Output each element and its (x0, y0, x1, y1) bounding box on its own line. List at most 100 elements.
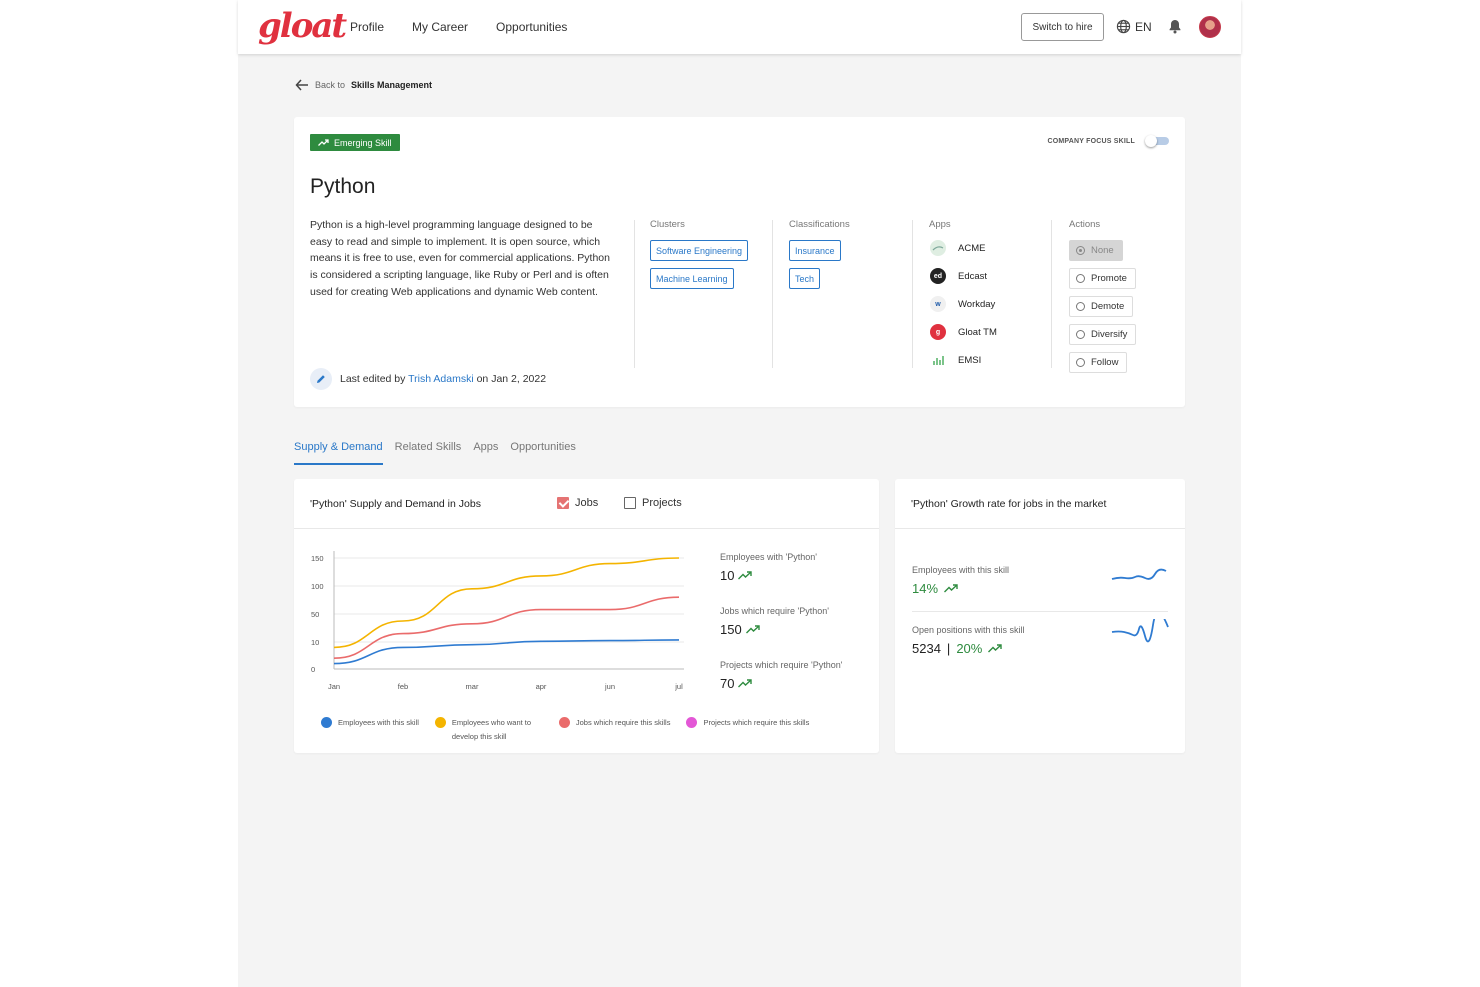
pencil-icon (317, 375, 325, 383)
classification-chip-insurance[interactable]: Insurance (789, 240, 841, 261)
legend-item: Projects which require this skills (686, 716, 809, 744)
y-tick-label: 100 (311, 582, 324, 591)
jobs-checkbox[interactable]: Jobs (557, 497, 598, 509)
back-prefix: Back to (315, 80, 346, 90)
tab-apps[interactable]: Apps (473, 441, 498, 465)
card-header: 'Python' Growth rate for jobs in the mar… (895, 479, 1185, 529)
divider (912, 220, 913, 368)
nav-my-career[interactable]: My Career (412, 20, 468, 34)
company-focus-skill: COMPANY FOCUS SKILL (1047, 135, 1169, 147)
growth-value: 14% (912, 581, 939, 596)
app-item-gloat-tm[interactable]: g Gloat TM (930, 324, 997, 340)
globe-icon (1116, 19, 1131, 34)
action-follow-radio[interactable]: Follow (1069, 352, 1128, 373)
radio-icon (1076, 358, 1085, 367)
open-positions-growth: 20% (956, 641, 983, 656)
tab-related-skills[interactable]: Related Skills (395, 441, 462, 465)
series-line-1 (333, 557, 680, 649)
cluster-chip-software-engineering[interactable]: Software Engineering (650, 240, 749, 261)
edcast-icon: ed (930, 268, 946, 284)
action-promote-radio[interactable]: Promote (1069, 268, 1136, 289)
trending-up-icon (988, 644, 1003, 653)
emsi-icon (930, 352, 946, 368)
growth-rate-card: 'Python' Growth rate for jobs in the mar… (895, 479, 1185, 753)
main-nav: Profile My Career Opportunities (350, 20, 567, 34)
x-tick-label: apr (536, 682, 547, 691)
app-item-acme[interactable]: ACME (930, 240, 985, 256)
action-label: Follow (1091, 357, 1119, 368)
editor-link[interactable]: Trish Adamski (408, 373, 474, 385)
app-item-edcast[interactable]: ed Edcast (930, 268, 987, 284)
stat-label: Employees with 'Python' (720, 552, 817, 562)
arrow-left-icon (295, 79, 308, 91)
app-name: EMSI (958, 354, 982, 366)
divider (912, 611, 1168, 612)
app-item-emsi[interactable]: EMSI (930, 352, 981, 368)
action-label: Demote (1091, 301, 1125, 312)
divider (772, 220, 773, 368)
supply-demand-line-chart: 0 10 50 100 150 Jan feb mar apr jun jul (311, 551, 684, 691)
workday-icon: w (930, 296, 946, 312)
stat-value: 10 (720, 568, 735, 583)
y-tick-label: 50 (311, 610, 319, 619)
divider (1051, 220, 1052, 368)
app-name: Workday (958, 298, 996, 310)
projects-label: Projects (642, 497, 682, 509)
growth-employees-row: Employees with this skill 14% (912, 565, 1168, 596)
app-frame: gloat Profile My Career Opportunities Sw… (238, 0, 1241, 987)
classification-chip-tech[interactable]: Tech (789, 268, 821, 289)
projects-checkbox[interactable]: Projects (624, 497, 682, 509)
app-name: Gloat TM (958, 326, 997, 338)
company-focus-toggle[interactable] (1145, 135, 1169, 147)
stat-value: 150 (720, 622, 742, 637)
separator: | (946, 641, 951, 656)
radio-icon (1076, 246, 1085, 255)
emerging-skill-badge: Emerging Skill (310, 134, 400, 151)
series-line-0 (333, 639, 680, 665)
skill-description: Python is a high-level programming langu… (310, 219, 610, 298)
legend-label: Jobs which require this skills (575, 718, 671, 727)
language-selector[interactable]: EN (1116, 19, 1152, 34)
stat-jobs: Jobs which require 'Python' 150 (720, 606, 829, 637)
nav-opportunities[interactable]: Opportunities (496, 20, 567, 34)
gloat-logo[interactable]: gloat (258, 6, 347, 46)
action-label: None (1091, 245, 1114, 256)
x-tick-label: mar (466, 682, 479, 691)
bell-icon[interactable] (1168, 19, 1182, 34)
legend-label: Employees with this skill (338, 718, 419, 727)
trending-up-icon (738, 571, 753, 580)
skill-name: Python (310, 175, 376, 198)
skill-tabs: Supply & Demand Related Skills Apps Oppo… (294, 441, 576, 465)
x-tick-label: jul (674, 682, 683, 691)
tab-opportunities[interactable]: Opportunities (510, 441, 575, 465)
cluster-chip-machine-learning[interactable]: Machine Learning (650, 268, 734, 289)
trending-up-icon (745, 625, 760, 634)
app-item-workday[interactable]: w Workday (930, 296, 995, 312)
supply-demand-title: 'Python' Supply and Demand in Jobs (310, 498, 481, 510)
back-to-skills-link[interactable]: Back to Skills Management (295, 79, 432, 91)
legend-item: Employees with this skill (321, 716, 419, 744)
clusters-heading: Clusters (650, 219, 685, 230)
action-demote-radio[interactable]: Demote (1069, 296, 1134, 317)
action-none-radio[interactable]: None (1069, 240, 1123, 261)
legend-item: Jobs which require this skills (558, 716, 671, 744)
gloat-tm-icon: g (930, 324, 946, 340)
radio-icon (1076, 274, 1085, 283)
app-name: Edcast (958, 270, 988, 282)
tab-supply-demand[interactable]: Supply & Demand (294, 441, 383, 465)
jobs-label: Jobs (575, 497, 599, 509)
checkbox-checked-icon (557, 497, 569, 509)
user-avatar[interactable] (1199, 16, 1221, 38)
y-tick-label: 0 (311, 665, 315, 674)
supply-demand-card: 'Python' Supply and Demand in Jobs Jobs … (294, 479, 879, 753)
stat-label: Jobs which require 'Python' (720, 606, 829, 616)
y-tick-label: 150 (311, 554, 324, 563)
chart-legend: Employees with this skill Employees who … (321, 716, 809, 744)
back-target: Skills Management (351, 80, 433, 90)
language-label: EN (1135, 19, 1152, 34)
switch-to-hire-button[interactable]: Switch to hire (1021, 13, 1104, 41)
nav-profile[interactable]: Profile (350, 20, 384, 34)
action-diversify-radio[interactable]: Diversify (1069, 324, 1137, 345)
card-header: 'Python' Supply and Demand in Jobs Jobs … (294, 479, 879, 529)
edit-button[interactable] (310, 368, 332, 390)
